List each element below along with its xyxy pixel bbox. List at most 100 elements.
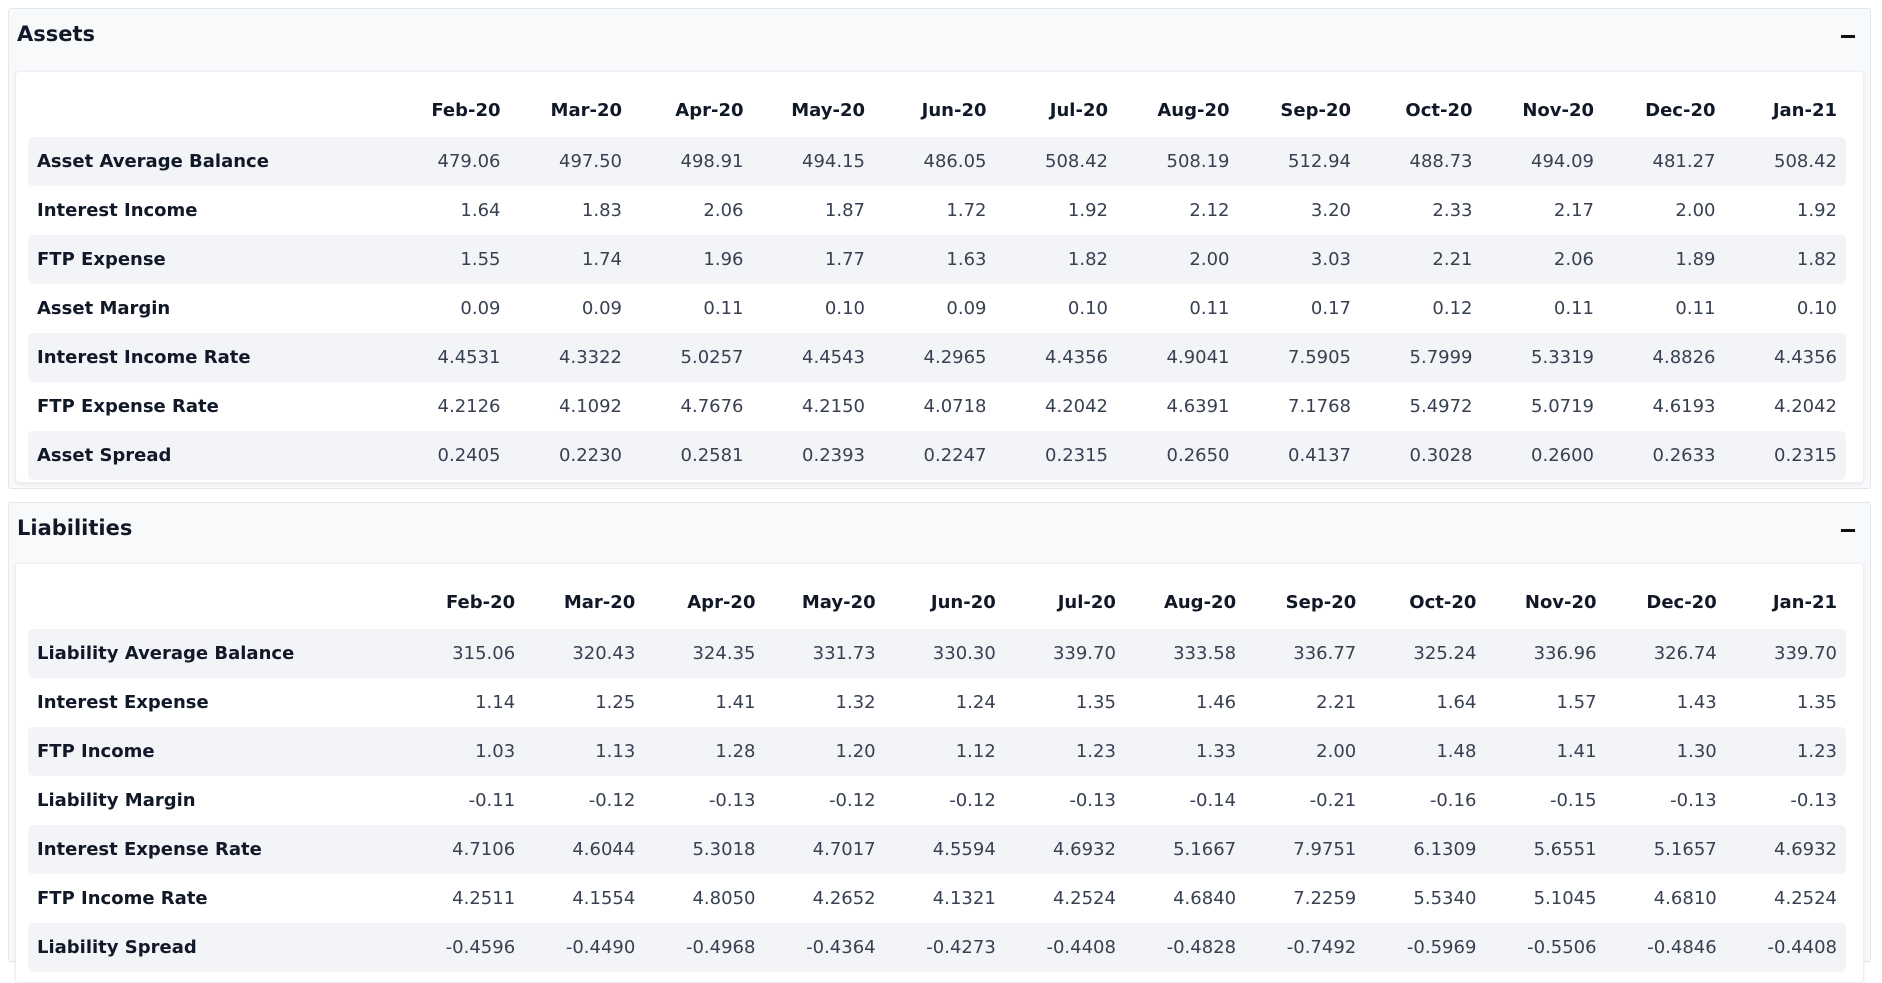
table-cell: 4.6810 (1653, 888, 1717, 909)
table-cell: 0.2247 (874, 431, 996, 480)
table-cell: -0.13 (1069, 790, 1116, 811)
table-cell: 4.6193 (1652, 396, 1716, 417)
table-cell: -0.13 (708, 790, 756, 811)
minus-icon (1841, 35, 1855, 38)
table-cell: 479.06 (388, 137, 510, 186)
table-cell: 339.70 (1004, 629, 1125, 678)
table-cell: 1.28 (644, 727, 765, 776)
table-cell: 0.10 (824, 298, 865, 319)
row-label-header (28, 576, 404, 629)
table-cell: 1.72 (946, 200, 987, 221)
table-cell: 4.1092 (559, 396, 622, 417)
liabilities-panel-header[interactable]: Liabilities (9, 503, 1870, 557)
table-cell: 0.2230 (509, 431, 631, 480)
row-label: Asset Average Balance (28, 137, 388, 186)
table-cell: 4.2652 (812, 888, 876, 909)
column-header: Mar-20 (563, 592, 636, 613)
table-cell: -0.4828 (1124, 923, 1246, 972)
table-cell: 1.23 (1725, 727, 1846, 776)
table-cell: 512.94 (1238, 137, 1360, 186)
row-label: Interest Expense (37, 692, 209, 713)
table-row: Interest Expense 1.14 1.25 1.41 1.32 1.24 1.35… (28, 678, 1846, 727)
table-cell: 1.35 (1796, 692, 1837, 713)
assets-panel-header[interactable]: Assets (9, 9, 1870, 63)
table-cell: 5.6551 (1485, 825, 1606, 874)
table-cell: 5.4972 (1409, 396, 1473, 417)
table-cell: 4.7676 (680, 396, 744, 417)
row-label: FTP Expense (28, 235, 388, 284)
column-header: Aug-20 (1163, 592, 1237, 613)
table-cell: -0.16 (1429, 790, 1477, 811)
table-cell: 4.6044 (524, 825, 645, 874)
row-label: Interest Income Rate (28, 333, 388, 382)
table-cell: -0.12 (829, 790, 876, 811)
table-cell: 1.89 (1603, 235, 1725, 284)
table-cell: 1.03 (404, 727, 525, 776)
table-cell: -0.5506 (1485, 923, 1606, 972)
table-cell: -0.4846 (1605, 923, 1726, 972)
table-cell: 508.42 (1724, 137, 1846, 186)
table-cell: 0.2581 (631, 431, 753, 480)
table-cell: 5.3319 (1481, 333, 1603, 382)
table-cell: 1.13 (524, 727, 645, 776)
table-cell: 315.06 (404, 629, 525, 678)
table-cell: 1.48 (1365, 727, 1486, 776)
table-cell: 330.30 (884, 629, 1005, 678)
table-cell: 2.21 (1316, 692, 1357, 713)
table-cell: 1.23 (1004, 727, 1125, 776)
row-label-header (28, 84, 388, 137)
table-cell: 4.3322 (509, 333, 631, 382)
assets-collapse-button[interactable] (1838, 27, 1860, 47)
table-cell: 4.6391 (1166, 396, 1230, 417)
column-header: Jun-20 (921, 100, 987, 121)
table-cell: 7.2259 (1293, 888, 1357, 909)
column-header: Jun-20 (930, 592, 996, 613)
table-row: Liability Spread -0.4596 -0.4490 -0.4968 -0.… (28, 923, 1846, 972)
table-row: FTP Income Rate 4.2511 4.1554 4.8050 4.2652 4… (28, 874, 1846, 923)
table-cell: 325.24 (1365, 629, 1486, 678)
table-cell: -0.11 (468, 790, 516, 811)
table-cell: -0.15 (1549, 790, 1597, 811)
minus-icon (1841, 529, 1855, 532)
column-header: Jul-20 (1049, 100, 1108, 121)
assets-header-row: Feb-20 Mar-20 Apr-20 May-20 Jun-20 Jul-20 Aug-… (28, 84, 1846, 137)
table-cell: 7.5905 (1238, 333, 1360, 382)
table-cell: -0.12 (949, 790, 996, 811)
assets-title: Assets (17, 22, 96, 46)
column-header: Jul-20 (1057, 592, 1116, 613)
table-cell: 5.5340 (1413, 888, 1477, 909)
table-row: FTP Income 1.03 1.13 1.28 1.20 1.12 1.23 1.33 2.… (28, 727, 1846, 776)
table-cell: 4.4531 (388, 333, 510, 382)
table-cell: 0.2600 (1481, 431, 1603, 480)
table-cell: 2.06 (703, 200, 744, 221)
table-cell: -0.5969 (1365, 923, 1486, 972)
table-cell: 488.73 (1360, 137, 1482, 186)
table-cell: 4.8826 (1603, 333, 1725, 382)
column-header: Jan-21 (1772, 100, 1837, 121)
liabilities-collapse-button[interactable] (1838, 521, 1860, 541)
table-cell: 4.0718 (923, 396, 987, 417)
table-cell: 1.24 (955, 692, 996, 713)
table-cell: 1.92 (1067, 200, 1108, 221)
table-cell: 4.6932 (1004, 825, 1125, 874)
column-header: Apr-20 (687, 592, 756, 613)
table-row: Liability Margin -0.11 -0.12 -0.13 -0.12 -0.1… (28, 776, 1846, 825)
table-cell: 336.96 (1485, 629, 1606, 678)
table-cell: 0.11 (1553, 298, 1594, 319)
table-cell: 1.57 (1556, 692, 1597, 713)
table-row: Interest Income 1.64 1.83 2.06 1.87 1.72 1.92 2… (28, 186, 1846, 235)
column-header: Nov-20 (1524, 592, 1597, 613)
table-cell: -0.21 (1309, 790, 1357, 811)
column-header: May-20 (801, 592, 876, 613)
liabilities-panel: Liabilities Feb-20 Mar-20 Apr-20 May-20 Jun-… (8, 502, 1871, 983)
table-cell: -0.4273 (884, 923, 1005, 972)
table-cell: 5.1657 (1605, 825, 1726, 874)
table-cell: 4.2524 (1774, 888, 1837, 909)
table-cell: -0.4364 (764, 923, 885, 972)
table-cell: 4.2042 (1045, 396, 1108, 417)
table-cell: 0.12 (1432, 298, 1473, 319)
table-cell: 1.33 (1124, 727, 1246, 776)
table-cell: -0.12 (588, 790, 636, 811)
table-row: FTP Expense 1.55 1.74 1.96 1.77 1.63 1.82 2.00 3… (28, 235, 1846, 284)
column-header: May-20 (791, 100, 865, 121)
